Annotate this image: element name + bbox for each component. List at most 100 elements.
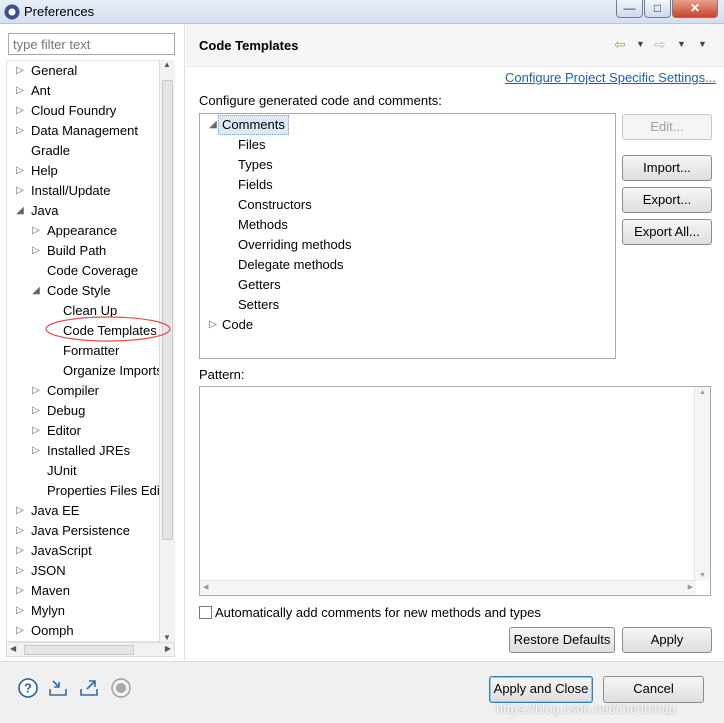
- expand-twisty-icon[interactable]: ▷: [15, 101, 25, 121]
- tree-horizontal-scrollbar[interactable]: ◀ ▶: [6, 642, 175, 657]
- tree-item-appearance[interactable]: Appearance: [47, 221, 117, 241]
- export-button[interactable]: Export...: [622, 187, 712, 213]
- apply-and-close-button[interactable]: Apply and Close: [489, 676, 593, 703]
- tree-item-mylyn[interactable]: Mylyn: [31, 601, 65, 621]
- help-icon[interactable]: ?: [17, 677, 39, 699]
- forward-arrow-icon[interactable]: ⇨: [654, 36, 666, 53]
- expand-twisty-icon[interactable]: ▷: [15, 501, 25, 521]
- record-icon[interactable]: [110, 677, 132, 699]
- expand-twisty-icon[interactable]: ▷: [15, 521, 25, 541]
- tree-item-build-path[interactable]: Build Path: [47, 241, 106, 261]
- tree-item-install-update[interactable]: Install/Update: [31, 181, 111, 201]
- expand-twisty-icon[interactable]: ▷: [15, 81, 25, 101]
- expand-twisty-icon[interactable]: ▷: [208, 315, 218, 335]
- collapse-twisty-icon[interactable]: ◢: [15, 201, 25, 221]
- auto-comments-checkbox[interactable]: [199, 606, 212, 619]
- tree-item-oomph[interactable]: Oomph: [31, 621, 74, 641]
- expand-twisty-icon[interactable]: ▷: [15, 541, 25, 561]
- scrollbar-thumb[interactable]: [24, 645, 134, 655]
- tree-item-help[interactable]: Help: [31, 161, 58, 181]
- template-item-comments[interactable]: Comments: [218, 115, 289, 135]
- panel-divider[interactable]: [184, 24, 185, 660]
- template-item-delegate-methods[interactable]: Delegate methods: [238, 255, 344, 275]
- tree-item-debug[interactable]: Debug: [47, 401, 85, 421]
- filter-input[interactable]: [8, 33, 175, 55]
- apply-button[interactable]: Apply: [622, 627, 712, 653]
- preference-tree[interactable]: ▷ General ▷ Ant ▷ Cloud Foundry ▷ Data Manageme…: [6, 60, 175, 642]
- template-item-code[interactable]: Code: [222, 315, 253, 335]
- tree-item-maven[interactable]: Maven: [31, 581, 70, 601]
- pattern-text-area[interactable]: ▲ ▼ ◀ ▶: [199, 386, 711, 596]
- tree-item-formatter[interactable]: Formatter: [63, 341, 119, 361]
- expand-twisty-icon[interactable]: ▷: [15, 61, 25, 81]
- scroll-left-icon[interactable]: ◀: [10, 644, 16, 653]
- tree-item-ant[interactable]: Ant: [31, 81, 51, 101]
- expand-twisty-icon[interactable]: ▷: [15, 161, 25, 181]
- expand-twisty-icon[interactable]: ▷: [31, 441, 41, 461]
- tree-item-properties-files-editor[interactable]: Properties Files Editor: [47, 481, 174, 501]
- tree-item-javascript[interactable]: JavaScript: [31, 541, 92, 561]
- expand-twisty-icon[interactable]: ▷: [15, 121, 25, 141]
- import-button[interactable]: Import...: [622, 155, 712, 181]
- tree-item-code-style[interactable]: Code Style: [47, 281, 111, 301]
- template-item-constructors[interactable]: Constructors: [238, 195, 312, 215]
- cancel-button[interactable]: Cancel: [603, 676, 704, 703]
- tree-item-editor[interactable]: Editor: [47, 421, 81, 441]
- tree-vertical-scrollbar[interactable]: ▲ ▼: [159, 60, 175, 642]
- tree-item-gradle[interactable]: Gradle: [31, 141, 70, 161]
- expand-twisty-icon[interactable]: ▷: [15, 561, 25, 581]
- import-preferences-icon[interactable]: [47, 677, 69, 699]
- expand-twisty-icon[interactable]: ▷: [31, 221, 41, 241]
- collapse-twisty-icon[interactable]: ◢: [31, 281, 41, 301]
- back-arrow-icon[interactable]: ⇦: [614, 36, 626, 53]
- scroll-right-icon[interactable]: ▶: [688, 583, 693, 591]
- tree-item-installed-jres[interactable]: Installed JREs: [47, 441, 130, 461]
- scroll-down-icon[interactable]: ▼: [699, 572, 706, 579]
- expand-twisty-icon[interactable]: ▷: [31, 401, 41, 421]
- tree-item-java[interactable]: Java: [31, 201, 58, 221]
- view-menu-chevron-icon[interactable]: ▼: [698, 39, 707, 49]
- pattern-vertical-scrollbar[interactable]: ▲ ▼: [694, 387, 710, 581]
- template-item-getters[interactable]: Getters: [238, 275, 281, 295]
- scroll-left-icon[interactable]: ◀: [203, 583, 208, 591]
- configure-project-link[interactable]: Configure Project Specific Settings...: [505, 70, 716, 85]
- tree-item-junit[interactable]: JUnit: [47, 461, 77, 481]
- template-item-methods[interactable]: Methods: [238, 215, 288, 235]
- template-item-setters[interactable]: Setters: [238, 295, 279, 315]
- tree-item-organize-imports[interactable]: Organize Imports: [63, 361, 163, 381]
- code-templates-tree[interactable]: ◢ Comments Files Types Fields Constructors Met…: [199, 113, 616, 359]
- template-item-types[interactable]: Types: [238, 155, 273, 175]
- scroll-down-icon[interactable]: ▼: [163, 633, 171, 642]
- template-item-fields[interactable]: Fields: [238, 175, 273, 195]
- export-all-button[interactable]: Export All...: [622, 219, 712, 245]
- close-icon[interactable]: ✕: [672, 0, 718, 18]
- pattern-horizontal-scrollbar[interactable]: ◀ ▶: [200, 580, 696, 595]
- expand-twisty-icon[interactable]: ▷: [31, 241, 41, 261]
- collapse-twisty-icon[interactable]: ◢: [208, 115, 218, 135]
- template-item-files[interactable]: Files: [238, 135, 265, 155]
- tree-item-json[interactable]: JSON: [31, 561, 66, 581]
- scroll-up-icon[interactable]: ▲: [163, 60, 171, 69]
- tree-item-java-ee[interactable]: Java EE: [31, 501, 79, 521]
- scroll-up-icon[interactable]: ▲: [699, 389, 706, 396]
- expand-twisty-icon[interactable]: ▷: [31, 381, 41, 401]
- tree-item-cloud-foundry[interactable]: Cloud Foundry: [31, 101, 116, 121]
- scroll-right-icon[interactable]: ▶: [165, 644, 171, 653]
- back-menu-chevron-icon[interactable]: ▼: [636, 39, 645, 49]
- tree-item-general[interactable]: General: [31, 61, 77, 81]
- maximize-icon[interactable]: □: [644, 0, 671, 18]
- expand-twisty-icon[interactable]: ▷: [31, 421, 41, 441]
- edit-button[interactable]: Edit...: [622, 114, 712, 140]
- template-item-overriding-methods[interactable]: Overriding methods: [238, 235, 351, 255]
- minimize-icon[interactable]: —: [616, 0, 643, 18]
- restore-defaults-button[interactable]: Restore Defaults: [509, 627, 615, 653]
- tree-item-java-persistence[interactable]: Java Persistence: [31, 521, 130, 541]
- expand-twisty-icon[interactable]: ▷: [15, 181, 25, 201]
- forward-menu-chevron-icon[interactable]: ▼: [677, 39, 686, 49]
- expand-twisty-icon[interactable]: ▷: [15, 601, 25, 621]
- tree-item-code-coverage[interactable]: Code Coverage: [47, 261, 138, 281]
- export-preferences-icon[interactable]: [78, 677, 100, 699]
- expand-twisty-icon[interactable]: ▷: [15, 621, 25, 641]
- tree-item-compiler[interactable]: Compiler: [47, 381, 99, 401]
- expand-twisty-icon[interactable]: ▷: [15, 581, 25, 601]
